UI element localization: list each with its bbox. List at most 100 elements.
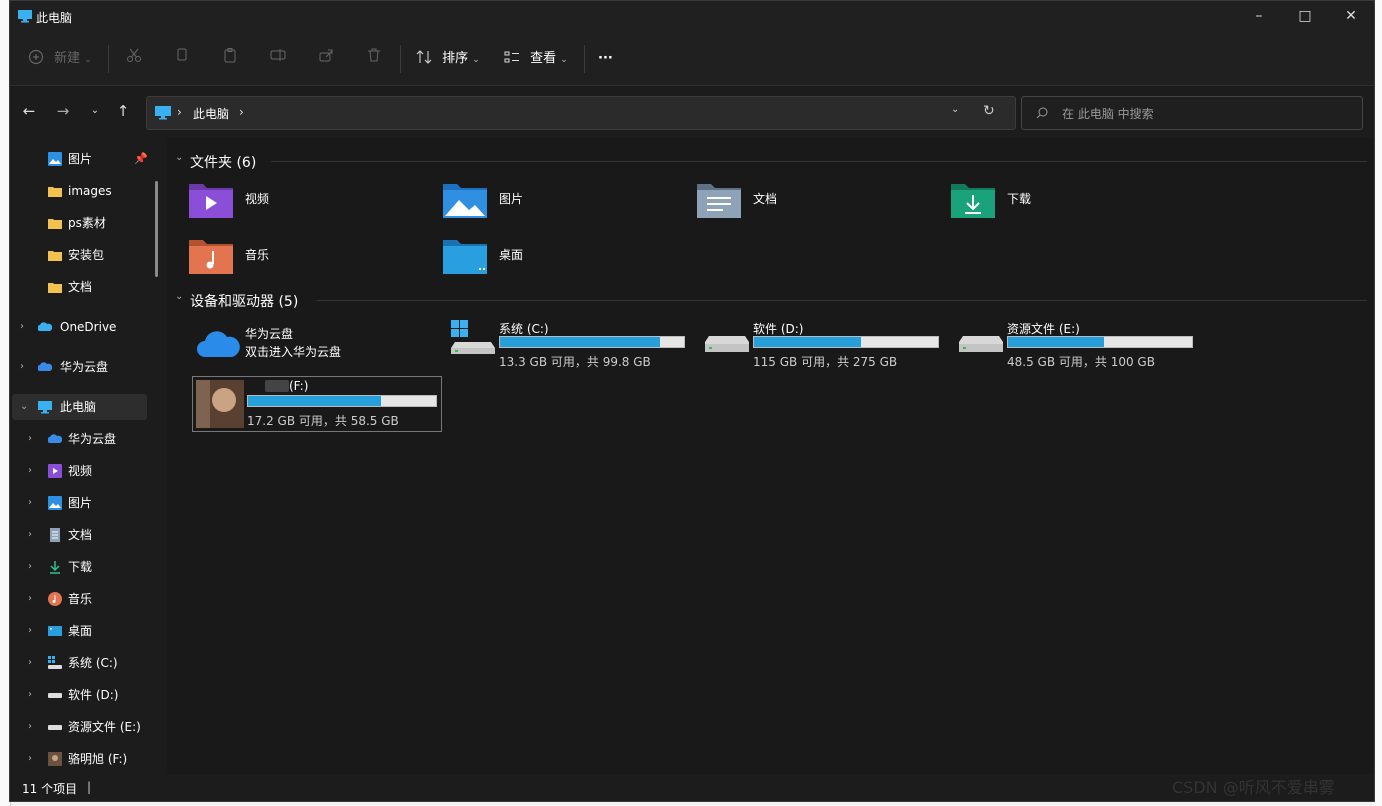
- sidebar-item-huawei-cloud[interactable]: › 华为云盘: [10, 354, 155, 380]
- refresh-icon[interactable]: ↻: [983, 103, 995, 119]
- search-input[interactable]: 在 此电脑 中搜索: [1021, 96, 1363, 130]
- chevron-right-icon[interactable]: ›: [28, 618, 32, 644]
- folder-label: 下载: [1007, 192, 1032, 206]
- share-button[interactable]: [318, 47, 334, 71]
- sidebar-item-ps-assets[interactable]: ps素材: [10, 210, 155, 236]
- chevron-right-icon[interactable]: ›: [28, 490, 32, 516]
- sidebar-item-this-pc[interactable]: ⌄ 此电脑: [12, 394, 147, 420]
- sidebar-item-docs-folder[interactable]: 文档: [10, 274, 155, 300]
- sidebar-item-installers[interactable]: 安装包: [10, 242, 155, 268]
- trash-icon: [368, 48, 380, 62]
- sidebar-item-label: 资源文件 (E:): [68, 720, 141, 734]
- forward-button[interactable]: →: [52, 100, 74, 122]
- folders-section-header[interactable]: 文件夹 (6): [190, 152, 256, 172]
- devices-section-header[interactable]: 设备和驱动器 (5): [190, 291, 298, 311]
- address-bar[interactable]: › 此电脑 › ⌄ ↻: [146, 96, 1016, 130]
- back-button[interactable]: ←: [18, 100, 40, 122]
- sort-button[interactable]: 排序 ⌄: [416, 47, 480, 71]
- sidebar-item-desktop[interactable]: › 桌面: [10, 618, 155, 644]
- sidebar-scrollbar[interactable]: [155, 181, 158, 277]
- chevron-right-icon[interactable]: ›: [20, 354, 24, 380]
- chevron-right-icon[interactable]: ›: [28, 650, 32, 676]
- chevron-right-icon[interactable]: ›: [20, 314, 24, 340]
- address-path[interactable]: 此电脑: [193, 105, 229, 122]
- sidebar-item-label: 华为云盘: [68, 432, 117, 446]
- chevron-right-icon[interactable]: ›: [28, 426, 32, 452]
- window-title: 此电脑: [36, 11, 73, 25]
- drive-e[interactable]: 资源文件 (E:) 48.5 GB 可用，共 100 GB: [951, 318, 1201, 374]
- view-button[interactable]: 查看 ⌄: [504, 47, 568, 71]
- drive-name: 系统 (C:): [499, 322, 549, 336]
- chevron-right-icon[interactable]: ›: [28, 586, 32, 612]
- sort-icon: [416, 50, 432, 64]
- drive-usage-fill: [500, 337, 661, 347]
- chevron-right-icon[interactable]: ›: [28, 714, 32, 740]
- videos-icon: [48, 464, 62, 478]
- sidebar-item-drive-c[interactable]: › 系统 (C:): [10, 650, 155, 676]
- folder-music[interactable]: 音乐: [189, 236, 439, 288]
- copy-button[interactable]: [174, 47, 190, 71]
- desktop-folder-icon: [443, 240, 487, 274]
- up-button[interactable]: ↑: [112, 100, 134, 122]
- folder-downloads[interactable]: 下载: [951, 180, 1201, 232]
- minimize-button[interactable]: –: [1236, 1, 1282, 33]
- chevron-right-icon[interactable]: ›: [28, 746, 32, 772]
- chevron-right-icon[interactable]: ›: [28, 682, 32, 708]
- sidebar-item-documents[interactable]: › 文档: [10, 522, 155, 548]
- sidebar-item-pictures-pinned[interactable]: 图片 📌: [10, 146, 155, 172]
- drive-name: (F:): [289, 379, 309, 393]
- sidebar-item-label: 图片: [68, 496, 93, 510]
- delete-button[interactable]: [366, 47, 382, 71]
- redacted-drive-name: [265, 380, 289, 392]
- drive-size: 17.2 GB 可用，共 58.5 GB: [247, 414, 399, 428]
- navigation-pane: 图片 📌 images ps素材 安装包 文档 › OneDrive › 华为云…: [10, 138, 166, 774]
- share-icon: [319, 49, 333, 62]
- chevron-down-icon[interactable]: ⌄: [175, 291, 183, 302]
- drive-usage-bar: [247, 395, 437, 407]
- sidebar-item-pictures[interactable]: › 图片: [10, 490, 155, 516]
- folder-desktop[interactable]: 桌面: [443, 236, 693, 288]
- huawei-cloud-drive[interactable]: 华为云盘 双击进入华为云盘: [189, 323, 439, 379]
- folder-documents[interactable]: 文档: [697, 180, 947, 232]
- new-button[interactable]: 新建 ⌄: [28, 47, 92, 71]
- folder-pictures[interactable]: 图片: [443, 180, 693, 232]
- sidebar-item-label: 下载: [68, 560, 93, 574]
- chevron-right-icon[interactable]: ›: [28, 554, 32, 580]
- documents-icon: [50, 528, 60, 542]
- close-button[interactable]: ✕: [1328, 1, 1374, 33]
- sidebar-item-downloads[interactable]: › 下载: [10, 554, 155, 580]
- sidebar-item-music[interactable]: › 音乐: [10, 586, 155, 612]
- search-placeholder: 在 此电脑 中搜索: [1062, 107, 1154, 121]
- folder-videos[interactable]: 视频: [189, 180, 439, 232]
- plus-circle-icon: [28, 49, 44, 65]
- sort-label: 排序: [442, 51, 469, 66]
- paste-button[interactable]: [222, 47, 238, 71]
- address-dropdown-button[interactable]: ⌄: [951, 104, 959, 115]
- chevron-right-icon[interactable]: ›: [28, 522, 32, 548]
- sidebar-item-videos[interactable]: › 视频: [10, 458, 155, 484]
- status-bar: 11 个项目 |: [10, 774, 1374, 801]
- sidebar-item-drive-d[interactable]: › 软件 (D:): [10, 682, 155, 708]
- chevron-right-icon[interactable]: ›: [28, 458, 32, 484]
- sidebar-item-onedrive[interactable]: › OneDrive: [10, 314, 155, 340]
- sidebar-item-label: 骆明旭 (F:): [68, 752, 128, 766]
- more-options-button[interactable]: ···: [598, 47, 613, 71]
- pin-icon[interactable]: 📌: [134, 146, 148, 172]
- recent-locations-button[interactable]: ⌄: [84, 100, 106, 122]
- chevron-down-icon[interactable]: ⌄: [20, 394, 28, 420]
- title-bar[interactable]: 此电脑 – □ ✕: [10, 1, 1374, 33]
- drive-c[interactable]: 系统 (C:) 13.3 GB 可用，共 99.8 GB: [443, 318, 693, 374]
- navigation-bar: ← → ⌄ ↑ › 此电脑 › ⌄ ↻ 在 此电脑 中搜索: [10, 86, 1374, 136]
- sidebar-item-pc-huawei[interactable]: › 华为云盘: [10, 426, 155, 452]
- rename-button[interactable]: [270, 47, 286, 71]
- sidebar-item-drive-f[interactable]: › 骆明旭 (F:): [10, 746, 155, 772]
- chevron-down-icon[interactable]: ⌄: [175, 152, 183, 163]
- cut-button[interactable]: [126, 47, 142, 71]
- sidebar-item-drive-e[interactable]: › 资源文件 (E:): [10, 714, 155, 740]
- maximize-button[interactable]: □: [1282, 1, 1328, 33]
- view-label: 查看: [530, 51, 557, 66]
- sidebar-item-images[interactable]: images: [10, 178, 155, 204]
- drive-f[interactable]: (F:) 17.2 GB 可用，共 58.5 GB: [192, 376, 442, 432]
- drive-d[interactable]: 软件 (D:) 115 GB 可用，共 275 GB: [697, 318, 947, 374]
- divider: [400, 45, 401, 73]
